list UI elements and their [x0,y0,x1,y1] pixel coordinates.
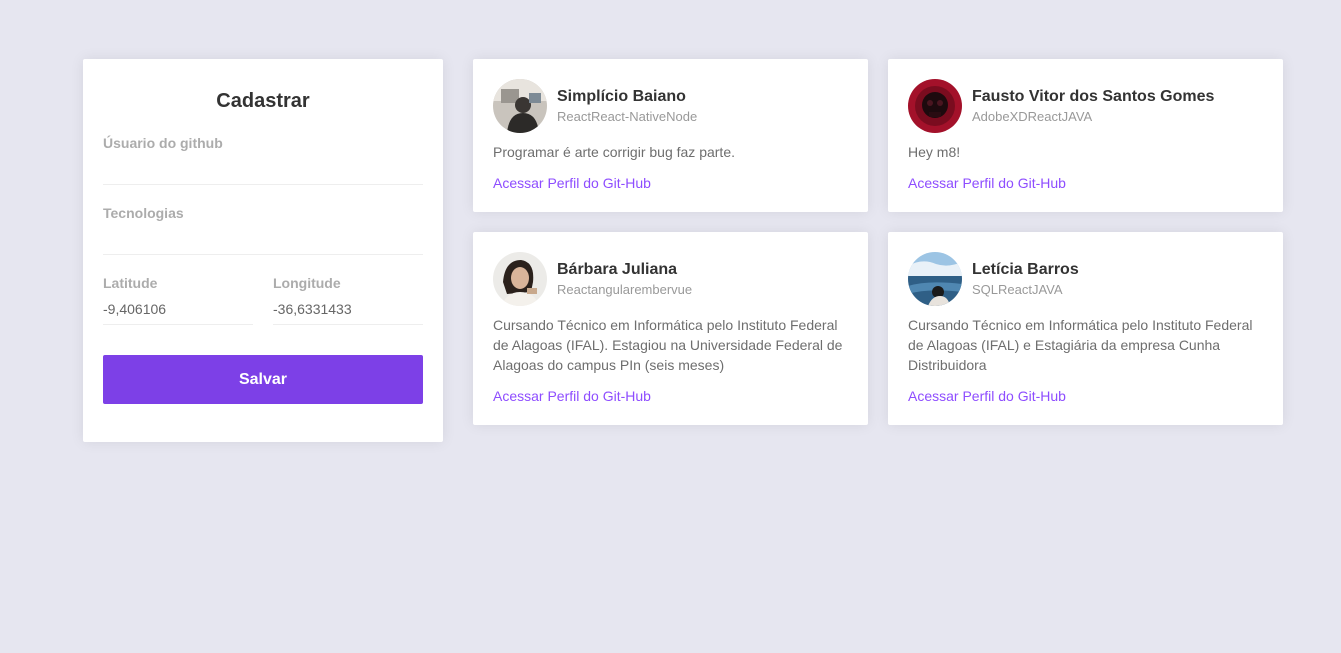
github-username-input[interactable] [103,153,423,185]
register-form: Úsuario do github Tecnologias Latitude L… [103,133,423,404]
longitude-field: Longitude [273,273,423,325]
dev-card: Bárbara Juliana Reactangularembervue Cur… [473,232,868,425]
dev-card: Simplício Baiano ReactReact-NativeNode P… [473,59,868,212]
dev-techs: SQLReactJAVA [972,282,1063,297]
latitude-input[interactable] [103,293,253,325]
dev-name: Letícia Barros [972,261,1079,278]
user-info: Bárbara Juliana Reactangularembervue [557,260,692,298]
github-profile-link[interactable]: Acessar Perfil do Git-Hub [908,173,1263,193]
longitude-input[interactable] [273,293,423,325]
dev-techs: Reactangularembervue [557,282,693,297]
dev-techs: AdobeXDReactJAVA [972,109,1093,124]
user-info: Letícia Barros SQLReactJAVA [972,260,1079,298]
avatar [908,252,962,306]
register-form-panel: Cadastrar Úsuario do github Tecnologias … [83,59,443,442]
dev-bio: Cursando Técnico em Informática pelo Ins… [493,317,843,373]
longitude-label: Longitude [273,275,341,291]
dev-bio: Hey m8! [908,144,961,160]
dev-card-header: Letícia Barros SQLReactJAVA [908,252,1263,306]
github-username-field: Úsuario do github [103,133,423,185]
dev-name: Fausto Vitor dos Santos Gomes [972,88,1215,105]
dev-card: Fausto Vitor dos Santos Gomes AdobeXDRea… [888,59,1283,212]
techs-label: Tecnologias [103,205,184,221]
dev-bio: Cursando Técnico em Informática pelo Ins… [908,317,1253,373]
user-info: Simplício Baiano ReactReact-NativeNode [557,87,697,125]
techs-field: Tecnologias [103,203,423,255]
avatar [908,79,962,133]
github-username-label: Úsuario do github [103,135,223,151]
latitude-label: Latitude [103,275,158,291]
dev-card-header: Simplício Baiano ReactReact-NativeNode [493,79,848,133]
github-profile-link[interactable]: Acessar Perfil do Git-Hub [493,173,848,193]
github-profile-link[interactable]: Acessar Perfil do Git-Hub [493,386,848,406]
github-profile-link[interactable]: Acessar Perfil do Git-Hub [908,386,1263,406]
dev-card-header: Bárbara Juliana Reactangularembervue [493,252,848,306]
dev-card-header: Fausto Vitor dos Santos Gomes AdobeXDRea… [908,79,1263,133]
dev-card: Letícia Barros SQLReactJAVA Cursando Téc… [888,232,1283,425]
techs-input[interactable] [103,223,423,255]
dev-name: Bárbara Juliana [557,261,678,278]
avatar [493,79,547,133]
form-title: Cadastrar [216,90,310,112]
latitude-field: Latitude [103,273,253,325]
coordinates-group: Latitude Longitude [103,273,423,325]
dev-bio: Programar é arte corrigir bug faz parte. [493,144,735,160]
dev-techs: ReactReact-NativeNode [557,109,698,124]
user-info: Fausto Vitor dos Santos Gomes AdobeXDRea… [972,87,1214,125]
save-button[interactable]: Salvar [103,355,423,404]
dev-name: Simplício Baiano [557,88,686,105]
avatar [493,252,547,306]
